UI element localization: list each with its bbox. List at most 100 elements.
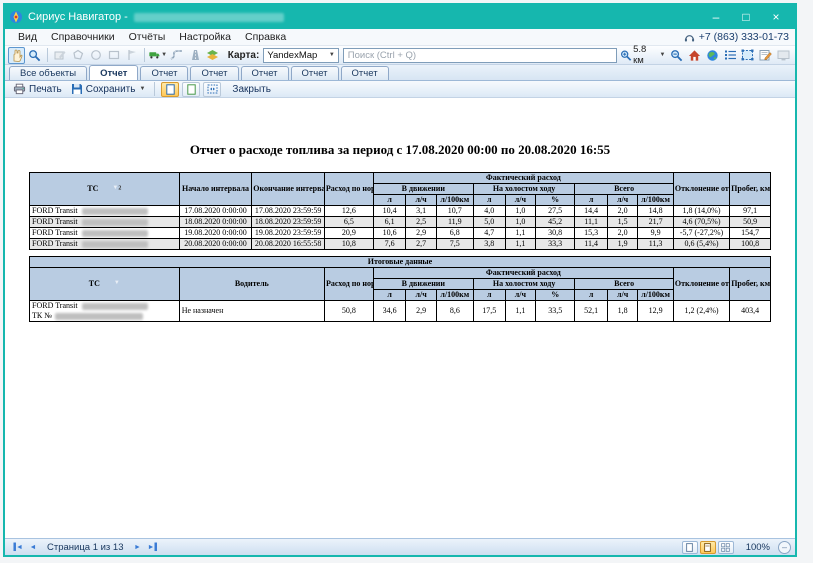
- home-button[interactable]: [686, 47, 703, 64]
- save-floppy-icon: [71, 83, 83, 95]
- header-start: Начало интервала: [179, 173, 252, 206]
- continuous-view-button[interactable]: [182, 82, 200, 97]
- value-cell: 11,1: [575, 217, 608, 228]
- app-window: Сириус Навигатор - – □ × Вид Справочники…: [3, 3, 797, 557]
- maximize-button[interactable]: □: [731, 7, 761, 27]
- zoom-decrease-button[interactable]: –: [778, 541, 791, 554]
- edit-track-button[interactable]: [52, 47, 69, 64]
- unit-lp100: л/100км: [436, 195, 473, 206]
- redacted-text: [82, 230, 148, 237]
- menu-settings[interactable]: Настройка: [172, 31, 238, 43]
- totals-table: Итоговые данные ТС▼ Водитель Расход по н…: [29, 256, 771, 322]
- value-cell: 34,6: [373, 301, 406, 322]
- value-cell: 403,4: [730, 301, 771, 322]
- zoom-select-button[interactable]: [26, 47, 43, 64]
- tab-report-3[interactable]: Отчет: [190, 66, 238, 80]
- value-cell: 154,7: [730, 228, 771, 239]
- select-area-button[interactable]: [740, 47, 757, 64]
- header-tc[interactable]: ТС▼: [30, 268, 180, 301]
- value-cell: 1,1: [505, 239, 535, 250]
- rect-zone-button[interactable]: [105, 47, 122, 64]
- circle-zone-button[interactable]: [88, 47, 105, 64]
- fuel-table-row[interactable]: FORD Transit20.08.2020 0:00:0020.08.2020…: [30, 239, 771, 250]
- close-report-button[interactable]: Закрыть: [232, 84, 271, 95]
- minimize-button[interactable]: –: [701, 7, 731, 27]
- pan-hand-button[interactable]: [8, 47, 25, 64]
- value-cell: 45,2: [536, 217, 575, 228]
- last-page-button[interactable]: ►▌: [146, 541, 162, 554]
- value-cell: 30,8: [536, 228, 575, 239]
- tab-report-4[interactable]: Отчет: [241, 66, 289, 80]
- flag-button[interactable]: [123, 47, 140, 64]
- header-moving: В движении: [373, 184, 473, 195]
- sort-order: 2: [118, 185, 121, 191]
- vehicle-cell: FORD Transit: [30, 228, 180, 239]
- fit-page-button[interactable]: [203, 82, 221, 97]
- value-cell: 11,4: [575, 239, 608, 250]
- single-page-view-button[interactable]: [161, 82, 179, 97]
- close-button[interactable]: ×: [761, 7, 791, 27]
- value-cell: 100,8: [730, 239, 771, 250]
- home-icon: [688, 49, 701, 62]
- value-cell: 6,8: [436, 228, 473, 239]
- value-cell: 1,2 (2,4%): [673, 301, 729, 322]
- prev-page-button[interactable]: ◄: [25, 541, 41, 554]
- route-button[interactable]: [168, 47, 185, 64]
- normal-view-button[interactable]: [682, 541, 698, 554]
- save-button[interactable]: Сохранить ▼: [68, 83, 149, 95]
- menu-reports[interactable]: Отчёты: [122, 31, 173, 43]
- tab-report-2[interactable]: Отчет: [140, 66, 188, 80]
- header-idle: На холостом ходу: [473, 184, 575, 195]
- fuel-table-row[interactable]: FORD Transit19.08.2020 0:00:0019.08.2020…: [30, 228, 771, 239]
- zoom-level: 100%: [746, 542, 770, 553]
- fuel-table-row[interactable]: FORD Transit18.08.2020 0:00:0018.08.2020…: [30, 217, 771, 228]
- value-cell: 19.08.2020 23:59:59: [252, 228, 325, 239]
- search-input[interactable]: Поиск (Ctrl + Q): [343, 48, 617, 63]
- value-cell: 2,9: [406, 228, 436, 239]
- header-end: Окончание интервала: [252, 173, 325, 206]
- zoom-out-button[interactable]: [668, 47, 685, 64]
- multi-page-button[interactable]: [718, 541, 734, 554]
- vehicle-cell: FORD Transit: [30, 206, 180, 217]
- polygon-button[interactable]: [70, 47, 87, 64]
- value-cell: 19.08.2020 0:00:00: [179, 228, 252, 239]
- menu-directories[interactable]: Справочники: [44, 31, 122, 43]
- fit-icon: [207, 84, 218, 94]
- menu-view[interactable]: Вид: [11, 31, 44, 43]
- tab-report-6[interactable]: Отчет: [341, 66, 389, 80]
- road-button[interactable]: [186, 47, 203, 64]
- globe-button[interactable]: [704, 47, 721, 64]
- sort-icon: ▼: [114, 280, 120, 286]
- list-icon: [724, 49, 737, 61]
- first-page-button[interactable]: ▐◄: [9, 541, 25, 554]
- layers-button[interactable]: [204, 47, 221, 64]
- header-norm: Расход по норме, л: [324, 268, 373, 301]
- value-cell: 52,1: [575, 301, 608, 322]
- unit-l: л: [373, 195, 406, 206]
- edit-note-button[interactable]: [757, 47, 774, 64]
- report-page: Отчет о расходе топлива за период с 17.0…: [5, 98, 795, 538]
- map-provider-select[interactable]: YandexMap ▼: [263, 48, 338, 63]
- app-logo-icon: [9, 10, 23, 24]
- totals-row[interactable]: FORD TransitТК №Не назначен50,834,62,98,…: [30, 301, 771, 322]
- toolbar-separator: [47, 48, 48, 62]
- tab-report-5[interactable]: Отчет: [291, 66, 339, 80]
- value-cell: 2,9: [406, 301, 436, 322]
- value-cell: 20.08.2020 16:55:58: [252, 239, 325, 250]
- object-list-button[interactable]: [722, 47, 739, 64]
- print-button[interactable]: Печать: [10, 83, 65, 95]
- tab-all-objects[interactable]: Все объекты: [9, 66, 87, 80]
- page-layout-button[interactable]: [700, 541, 716, 554]
- header-tc[interactable]: ТС▼2: [30, 173, 180, 206]
- next-page-button[interactable]: ►: [130, 541, 146, 554]
- value-cell: 10,8: [324, 239, 373, 250]
- zoom-in-scale-button[interactable]: 5.8 км ▼: [618, 47, 667, 64]
- vehicles-dropdown-button[interactable]: ▼: [149, 47, 167, 64]
- menu-help[interactable]: Справка: [238, 31, 293, 43]
- fuel-table-row[interactable]: FORD Transit17.08.2020 0:00:0017.08.2020…: [30, 206, 771, 217]
- value-cell: 5,0: [473, 217, 505, 228]
- monitor-button[interactable]: [775, 47, 792, 64]
- header-actual: Фактический расход: [373, 268, 673, 279]
- tab-report-active[interactable]: Отчет: [89, 65, 138, 80]
- value-cell: 1,5: [607, 217, 637, 228]
